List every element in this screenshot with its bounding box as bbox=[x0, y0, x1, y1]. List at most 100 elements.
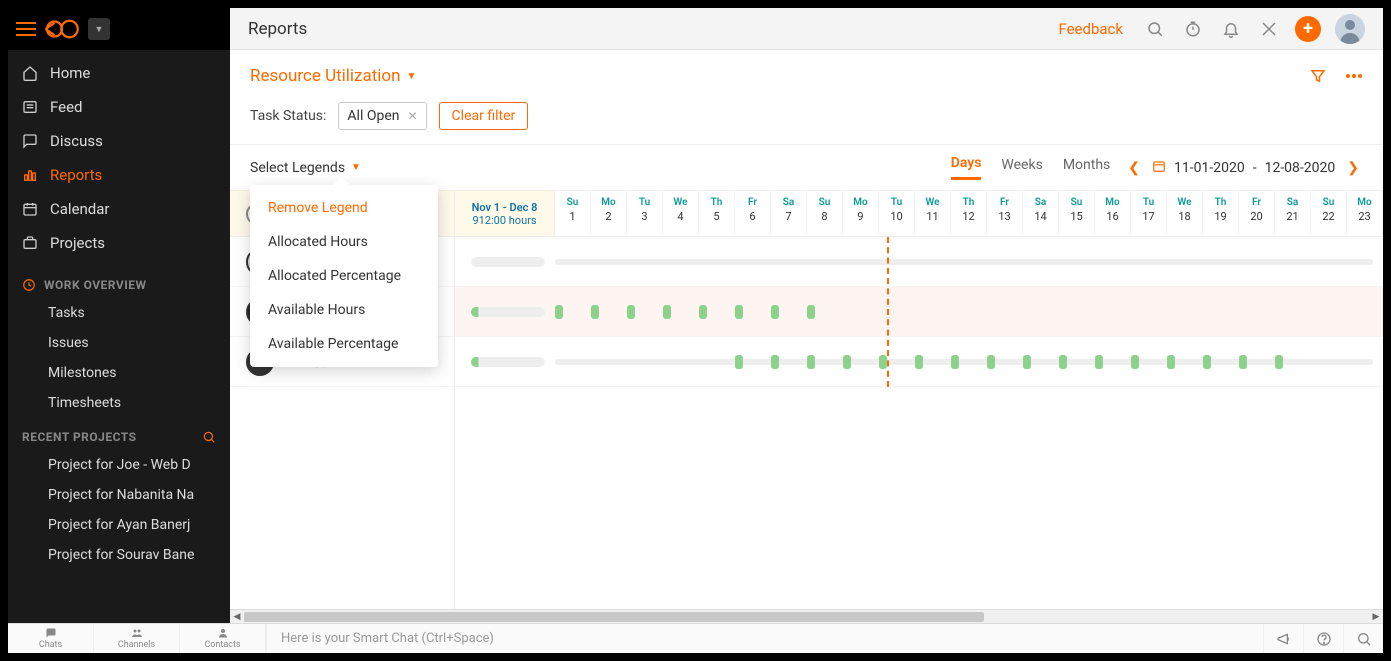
bottombar: Chats Channels Contacts Here is your Sma… bbox=[8, 623, 1383, 653]
search-icon[interactable] bbox=[202, 430, 216, 444]
day-column[interactable]: Mo16 bbox=[1095, 191, 1131, 236]
reports-icon bbox=[22, 167, 38, 183]
filter-icon[interactable] bbox=[1309, 67, 1327, 85]
contacts-icon bbox=[216, 627, 230, 639]
allocation-bar bbox=[555, 259, 1373, 265]
nav-list: Home Feed Discuss Reports Calendar bbox=[8, 50, 230, 266]
close-icon[interactable]: ✕ bbox=[407, 109, 417, 123]
date-range-nav: ❮ 11-01-2020 - 12-08-2020 ❯ bbox=[1124, 158, 1363, 178]
chevron-down-icon: ▼ bbox=[351, 162, 361, 173]
bottom-tab-channels[interactable]: Channels bbox=[94, 624, 180, 653]
horizontal-scrollbar[interactable]: ◀ ▶ bbox=[230, 609, 1383, 623]
calendar-icon[interactable] bbox=[1152, 159, 1166, 177]
legend-dropdown-toggle[interactable]: Select Legends ▼ bbox=[250, 160, 361, 176]
day-column[interactable]: Su1 bbox=[555, 191, 591, 236]
scroll-left-button[interactable]: ◀ bbox=[230, 610, 244, 623]
recent-project-item[interactable]: Project for Sourav Bane bbox=[8, 540, 230, 570]
day-column[interactable]: Th12 bbox=[951, 191, 987, 236]
day-column[interactable]: We11 bbox=[915, 191, 951, 236]
work-overview-header[interactable]: WORK OVERVIEW bbox=[8, 266, 230, 298]
timeline-body bbox=[455, 237, 1383, 387]
date-from[interactable]: 11-01-2020 bbox=[1174, 160, 1245, 176]
day-column[interactable]: Sa7 bbox=[771, 191, 807, 236]
help-icon[interactable] bbox=[1303, 624, 1343, 653]
legend-option-allocated-hours[interactable]: Allocated Hours bbox=[250, 225, 438, 259]
sidebar-top: ▼ bbox=[8, 8, 230, 50]
scroll-right-button[interactable]: ▶ bbox=[1369, 610, 1383, 623]
home-icon bbox=[22, 65, 38, 81]
recent-project-item[interactable]: Project for Joe - Web D bbox=[8, 450, 230, 480]
more-icon[interactable] bbox=[1345, 73, 1363, 79]
day-column[interactable]: Fr13 bbox=[987, 191, 1023, 236]
day-column[interactable]: Su15 bbox=[1059, 191, 1095, 236]
day-column[interactable]: We18 bbox=[1167, 191, 1203, 236]
scrollbar-thumb[interactable] bbox=[244, 612, 984, 622]
tools-icon[interactable] bbox=[1257, 17, 1281, 41]
add-button[interactable]: + bbox=[1295, 16, 1321, 42]
timeline-right: Nov 1 - Dec 8 912:00 hours Su1Mo2Tu3We4T… bbox=[455, 191, 1383, 609]
user-avatar[interactable] bbox=[1335, 14, 1365, 44]
chat-icon bbox=[44, 627, 58, 639]
nav-projects[interactable]: Projects bbox=[8, 226, 230, 260]
timeline-header: Su1Mo2Tu3We4Th5Fr6Sa7Su8Mo9Tu10We11Th12F… bbox=[555, 191, 1383, 237]
nav-feed[interactable]: Feed bbox=[8, 90, 230, 124]
view-tab-weeks[interactable]: Weeks bbox=[1001, 157, 1042, 179]
brand-dropdown[interactable]: ▼ bbox=[88, 18, 110, 40]
bell-icon[interactable] bbox=[1219, 17, 1243, 41]
day-column[interactable]: Th5 bbox=[699, 191, 735, 236]
day-column[interactable]: Tu10 bbox=[879, 191, 915, 236]
sub-issues[interactable]: Issues bbox=[8, 328, 230, 358]
date-to[interactable]: 12-08-2020 bbox=[1265, 160, 1336, 176]
bottom-tab-contacts[interactable]: Contacts bbox=[180, 624, 266, 653]
day-column[interactable]: Fr20 bbox=[1239, 191, 1275, 236]
day-column[interactable]: Sa14 bbox=[1023, 191, 1059, 236]
sub-milestones[interactable]: Milestones bbox=[8, 358, 230, 388]
timer-icon[interactable] bbox=[1181, 17, 1205, 41]
sub-tasks[interactable]: Tasks bbox=[8, 298, 230, 328]
prev-range-button[interactable]: ❮ bbox=[1124, 158, 1144, 178]
next-range-button[interactable]: ❯ bbox=[1343, 158, 1363, 178]
view-tab-days[interactable]: Days bbox=[951, 155, 982, 180]
content: Reports Feedback + Resource Utilization▼ bbox=[230, 8, 1383, 623]
day-column[interactable]: Su22 bbox=[1311, 191, 1347, 236]
clear-filter-button[interactable]: Clear filter bbox=[439, 102, 529, 130]
day-column[interactable]: We4 bbox=[663, 191, 699, 236]
recent-project-item[interactable]: Project for Nabanita Na bbox=[8, 480, 230, 510]
day-column[interactable]: Tu3 bbox=[627, 191, 663, 236]
legend-option-allocated-percentage[interactable]: Allocated Percentage bbox=[250, 259, 438, 293]
day-column[interactable]: Mo2 bbox=[591, 191, 627, 236]
filters-row: Task Status: All Open ✕ Clear filter bbox=[230, 96, 1383, 145]
legend-option-available-hours[interactable]: Available Hours bbox=[250, 293, 438, 327]
day-column[interactable]: Fr6 bbox=[735, 191, 771, 236]
announce-icon[interactable] bbox=[1263, 624, 1303, 653]
smart-chat-input[interactable]: Here is your Smart Chat (Ctrl+Space) bbox=[266, 624, 1263, 653]
zoom-search-icon[interactable] bbox=[1343, 624, 1383, 653]
recent-project-item[interactable]: Project for Ayan Banerj bbox=[8, 510, 230, 540]
task-status-chip[interactable]: All Open ✕ bbox=[338, 102, 426, 130]
toolbar: Select Legends ▼ Remove Legend Allocated… bbox=[230, 145, 1383, 190]
day-column[interactable]: Mo9 bbox=[843, 191, 879, 236]
day-column[interactable]: Sa21 bbox=[1275, 191, 1311, 236]
day-column[interactable]: Tu17 bbox=[1131, 191, 1167, 236]
day-column[interactable]: Th19 bbox=[1203, 191, 1239, 236]
search-icon[interactable] bbox=[1143, 17, 1167, 41]
nav-home[interactable]: Home bbox=[8, 56, 230, 90]
allocation-bar bbox=[471, 307, 545, 317]
nav-calendar[interactable]: Calendar bbox=[8, 192, 230, 226]
bottom-tab-chats[interactable]: Chats bbox=[8, 624, 94, 653]
menu-icon[interactable] bbox=[16, 22, 36, 36]
day-column[interactable]: Su8 bbox=[807, 191, 843, 236]
timeline-row bbox=[455, 287, 1383, 337]
nav-discuss[interactable]: Discuss bbox=[8, 124, 230, 158]
view-tab-months[interactable]: Months bbox=[1063, 157, 1110, 179]
day-column[interactable]: Mo23 bbox=[1347, 191, 1383, 236]
sidebar: ▼ Home Feed Discuss Reports bbox=[8, 8, 230, 623]
feedback-link[interactable]: Feedback bbox=[1058, 20, 1123, 38]
sub-timesheets[interactable]: Timesheets bbox=[8, 388, 230, 418]
legend-option-remove[interactable]: Remove Legend bbox=[250, 191, 438, 225]
legend-option-available-percentage[interactable]: Available Percentage bbox=[250, 327, 438, 361]
nav-reports[interactable]: Reports bbox=[8, 158, 230, 192]
projects-icon bbox=[22, 235, 38, 251]
report-type-dropdown[interactable]: Resource Utilization▼ bbox=[250, 66, 416, 86]
allocation-bar bbox=[471, 357, 545, 367]
